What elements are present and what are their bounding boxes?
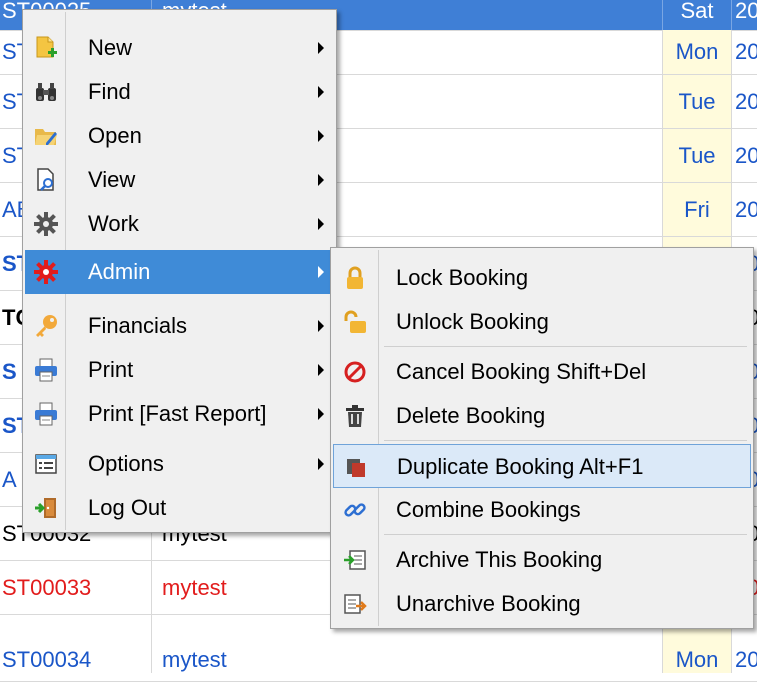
booking-year: 20 [735, 39, 757, 64]
unlock-icon [341, 308, 369, 336]
menu-separator [384, 534, 747, 535]
menu-item-work[interactable]: Work [25, 202, 334, 246]
menu-item-label: Print [88, 357, 134, 382]
admin-gear-icon [32, 258, 60, 286]
archive-icon [341, 546, 369, 574]
menu-item-new[interactable]: New [25, 26, 334, 70]
menu-item-label: Financials [88, 313, 188, 338]
menu-item-label: Print [Fast Report] [88, 401, 267, 426]
lock-icon [341, 264, 369, 292]
unarchive-icon [341, 590, 369, 618]
booking-day: Tue [662, 75, 732, 128]
submenu-arrow-icon [318, 42, 324, 54]
submenu-arrow-icon [318, 408, 324, 420]
printer-icon [32, 400, 60, 428]
binoculars-icon [32, 78, 60, 106]
menu-item-label: Admin [88, 259, 151, 284]
submenu-item-label: Delete Booking [396, 403, 546, 428]
submenu-item-lock-booking[interactable]: Lock Booking [333, 256, 751, 300]
menu-item-log-out[interactable]: Log Out [25, 486, 334, 530]
submenu-arrow-icon [318, 266, 324, 278]
menu-item-label: Work [88, 211, 139, 236]
booking-year: 20 [735, 88, 757, 114]
menu-item-options[interactable]: Options [25, 442, 334, 486]
submenu-arrow-icon [318, 364, 324, 376]
submenu-item-label: Cancel Booking Shift+Del [396, 359, 647, 384]
options-icon [32, 450, 60, 478]
menu-item-admin[interactable]: Admin [25, 250, 334, 294]
booking-code: ST00033 [0, 561, 152, 614]
open-folder-icon [32, 122, 60, 150]
booking-year: 20 [735, 142, 757, 168]
cancel-icon [341, 358, 369, 386]
printer-icon [32, 356, 60, 384]
trash-icon [341, 402, 369, 430]
submenu-item-unarchive-booking[interactable]: Unarchive Booking [333, 582, 751, 626]
menu-item-label: New [88, 35, 133, 60]
submenu-item-label: Duplicate Booking Alt+F1 [397, 454, 644, 479]
context-menu: New Find Open View Work Admin Financials… [22, 9, 337, 533]
booking-code: ST00034 [0, 615, 152, 673]
submenu-arrow-icon [318, 174, 324, 186]
menu-item-open[interactable]: Open [25, 114, 334, 158]
key-icon [32, 312, 60, 340]
submenu-arrow-icon [318, 320, 324, 332]
menu-separator [384, 346, 747, 347]
booking-day: Sat [662, 0, 732, 30]
booking-day: Tue [662, 129, 732, 182]
menu-item-print[interactable]: Print [25, 348, 334, 392]
view-icon [32, 166, 60, 194]
booking-year: 20 [735, 196, 757, 222]
new-document-icon [32, 34, 60, 62]
submenu-item-label: Unlock Booking [396, 309, 549, 334]
submenu-item-archive-booking[interactable]: Archive This Booking [333, 538, 751, 582]
booking-day: Mon [662, 30, 732, 74]
submenu-item-combine-bookings[interactable]: Combine Bookings [333, 488, 751, 532]
submenu-arrow-icon [318, 458, 324, 470]
gear-icon [32, 210, 60, 238]
menu-item-label: View [88, 167, 136, 192]
submenu-item-cancel-booking[interactable]: Cancel Booking Shift+Del [333, 350, 751, 394]
submenu-item-label: Lock Booking [396, 265, 529, 290]
menu-item-label: Log Out [88, 495, 167, 520]
submenu-item-label: Unarchive Booking [396, 591, 581, 616]
booking-year: 20 [735, 0, 757, 23]
submenu-item-delete-booking[interactable]: Delete Booking [333, 394, 751, 438]
menu-item-label: Open [88, 123, 142, 148]
submenu-item-label: Archive This Booking [396, 547, 603, 572]
submenu-arrow-icon [318, 218, 324, 230]
menu-item-print-fast-report[interactable]: Print [Fast Report] [25, 392, 334, 436]
booking-day: Fri [662, 183, 732, 236]
link-icon [341, 496, 369, 524]
menu-item-label: Find [88, 79, 131, 104]
submenu-item-unlock-booking[interactable]: Unlock Booking [333, 300, 751, 344]
submenu-arrow-icon [318, 130, 324, 142]
admin-submenu: Lock Booking Unlock Booking Cancel Booki… [330, 247, 754, 629]
submenu-arrow-icon [318, 86, 324, 98]
logout-icon [32, 494, 60, 522]
duplicate-icon [342, 453, 370, 481]
menu-item-label: Options [88, 451, 164, 476]
menu-item-view[interactable]: View [25, 158, 334, 202]
submenu-item-duplicate-booking[interactable]: Duplicate Booking Alt+F1 [333, 444, 751, 488]
menu-separator [384, 440, 747, 441]
menu-item-financials[interactable]: Financials [25, 304, 334, 348]
submenu-item-label: Combine Bookings [396, 497, 581, 522]
menu-item-find[interactable]: Find [25, 70, 334, 114]
